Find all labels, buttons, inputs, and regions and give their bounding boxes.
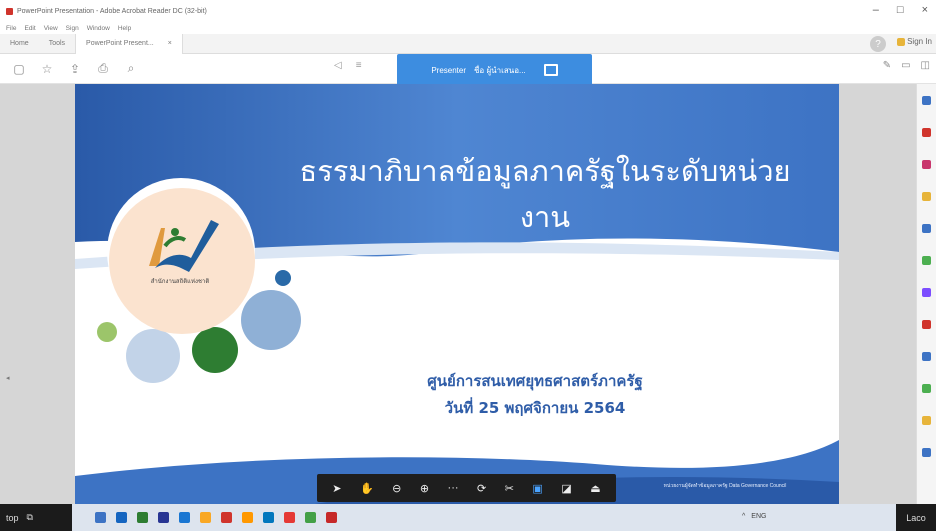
presenter-name: ชื่อ ผู้นำเสนอ... — [474, 65, 526, 75]
expand-icon[interactable]: ◪ — [561, 482, 571, 495]
page-navigation: ◁ ≡ — [334, 60, 362, 71]
sign-in-label: Sign In — [907, 37, 932, 46]
tool-2-icon[interactable] — [922, 128, 931, 137]
help-button[interactable]: ? — [870, 36, 886, 52]
tool-3-icon[interactable] — [922, 160, 931, 169]
menu-bar: File Edit View Sign Window Help — [0, 22, 936, 34]
taskbar-app-2-icon[interactable] — [116, 512, 127, 523]
logo-background — [109, 188, 255, 334]
logo-caption: สำนักงานสถิติแห่งชาติ — [150, 279, 210, 285]
taskbar-app-4-icon[interactable] — [158, 512, 169, 523]
tool-7-icon[interactable] — [922, 288, 931, 297]
menu-view[interactable]: View — [44, 25, 58, 32]
stamp-icon[interactable]: ⏏ — [590, 482, 600, 495]
page-icon[interactable]: ▢ — [12, 62, 26, 76]
sign-in-button[interactable]: Sign In — [897, 37, 932, 46]
crop-icon[interactable]: ✂ — [505, 482, 514, 495]
toolbar-right: ✎ ▭ ◫ — [883, 60, 930, 71]
presenter-label: Presenter — [431, 65, 466, 75]
minimize-button[interactable]: – — [873, 4, 879, 16]
upload-icon[interactable]: ⇪ — [68, 62, 82, 76]
menu-sign[interactable]: Sign — [66, 25, 79, 32]
taskbar-left-overlay[interactable]: top ⧉ — [0, 504, 72, 531]
menu-window[interactable]: Window — [87, 25, 110, 32]
tab-tools[interactable]: Tools — [39, 34, 75, 54]
pale-blue-circle — [126, 329, 180, 383]
tool-4-icon[interactable] — [922, 192, 931, 201]
taskbar-app-12-icon[interactable] — [326, 512, 337, 523]
tool-12-icon[interactable] — [922, 448, 931, 457]
taskbar-app-8-icon[interactable] — [242, 512, 253, 523]
tray-language[interactable]: ENG — [751, 513, 766, 520]
slide-title: ธรรมาภิบาลข้อมูลภาครัฐในระดับหน่วยงาน — [299, 154, 791, 234]
tool-11-icon[interactable] — [922, 416, 931, 425]
cursor-icon[interactable]: ➤ — [332, 482, 341, 495]
taskbar-app-5-icon[interactable] — [179, 512, 190, 523]
windows-taskbar: top ⧉ ^ ENG Laco — [0, 504, 936, 531]
screen-share-icon[interactable] — [543, 64, 558, 76]
prev-page-icon[interactable]: ◁ — [334, 60, 342, 71]
window-title-bar: PowerPoint Presentation - Adobe Acrobat … — [0, 0, 936, 22]
window-controls: – □ × — [873, 4, 928, 16]
rotate-icon[interactable]: ⟳ — [477, 482, 486, 495]
acrobat-icon — [6, 7, 13, 15]
menu-edit[interactable]: Edit — [24, 25, 35, 32]
tab-document-label: PowerPoint Present... — [86, 40, 154, 47]
taskbar-app-1-icon[interactable] — [95, 512, 106, 523]
presentation-bar[interactable]: Presenter ชื่อ ผู้นำเสนอ... — [397, 54, 592, 86]
star-icon[interactable]: ☆ — [40, 62, 54, 76]
close-button[interactable]: × — [922, 4, 928, 16]
search-icon[interactable]: ⌕ — [124, 61, 138, 76]
menu-file[interactable]: File — [6, 25, 16, 32]
system-tray: ^ ENG — [742, 513, 766, 520]
floating-view-toolbar: ➤ ✋ ⊖ ⊕ ··· ⟳ ✂ ▣ ◪ ⏏ — [317, 474, 616, 502]
taskbar-right-overlay[interactable]: Laco — [896, 504, 936, 531]
maximize-button[interactable]: □ — [897, 4, 904, 16]
nso-logo-icon — [149, 220, 219, 272]
slide-footer-text: หน่วยงานผู้จัดทำข้อมูลภาครัฐ Data Govern… — [663, 483, 787, 489]
taskbar-app-6-icon[interactable] — [200, 512, 211, 523]
print-icon[interactable]: ⎙ — [96, 61, 110, 76]
tool-5-icon[interactable] — [922, 224, 931, 233]
slide-page: สำนักงานสถิติแห่งชาติ ธรรมาภิบาลข้อมูลภา… — [75, 84, 839, 504]
menu-help[interactable]: Help — [118, 25, 131, 32]
taskbar-app-3-icon[interactable] — [137, 512, 148, 523]
user-icon — [897, 37, 906, 46]
tab-home[interactable]: Home — [0, 34, 39, 54]
more-icon[interactable]: ··· — [448, 482, 459, 494]
window-title: PowerPoint Presentation - Adobe Acrobat … — [17, 7, 207, 15]
hand-icon[interactable]: ✋ — [360, 482, 374, 495]
tab-close-icon[interactable]: × — [168, 40, 172, 47]
tray-expand-icon[interactable]: ^ — [742, 513, 745, 520]
tab-document[interactable]: PowerPoint Present... × — [75, 33, 183, 54]
window-icon: ⧉ — [26, 512, 33, 522]
zoom-in-icon[interactable]: ⊕ — [420, 482, 429, 495]
taskbar-app-10-icon[interactable] — [284, 512, 295, 523]
right-tools-panel — [916, 84, 936, 504]
taskbar-app-7-icon[interactable] — [221, 512, 232, 523]
taskbar-app-icons — [95, 512, 337, 523]
small-blue-dot — [275, 270, 291, 286]
tool-6-icon[interactable] — [922, 256, 931, 265]
comment-tool-icon[interactable]: ▭ — [901, 60, 910, 71]
taskbar-left-label: top — [6, 512, 19, 523]
sign-tool-icon[interactable]: ✎ — [883, 60, 891, 71]
taskbar-app-11-icon[interactable] — [305, 512, 316, 523]
tab-bar: Home Tools PowerPoint Present... × — [0, 33, 936, 54]
taskbar-app-9-icon[interactable] — [263, 512, 274, 523]
slide-subtitle: ศูนย์การสนเทศยุทธศาสตร์ภาครัฐ — [427, 372, 643, 390]
tool-9-icon[interactable] — [922, 352, 931, 361]
tool-10-icon[interactable] — [922, 384, 931, 393]
tool-1-icon[interactable] — [922, 96, 931, 105]
page-menu-icon[interactable]: ≡ — [356, 60, 362, 71]
left-panel-collapse-icon[interactable]: ◂ — [6, 374, 10, 382]
zoom-out-icon[interactable]: ⊖ — [392, 482, 401, 495]
panel-toggle-icon[interactable]: ◫ — [921, 60, 930, 71]
tool-8-icon[interactable] — [922, 320, 931, 329]
slide-date: วันที่ 25 พฤศจิกายน 2564 — [444, 399, 626, 417]
fit-icon[interactable]: ▣ — [532, 482, 542, 495]
